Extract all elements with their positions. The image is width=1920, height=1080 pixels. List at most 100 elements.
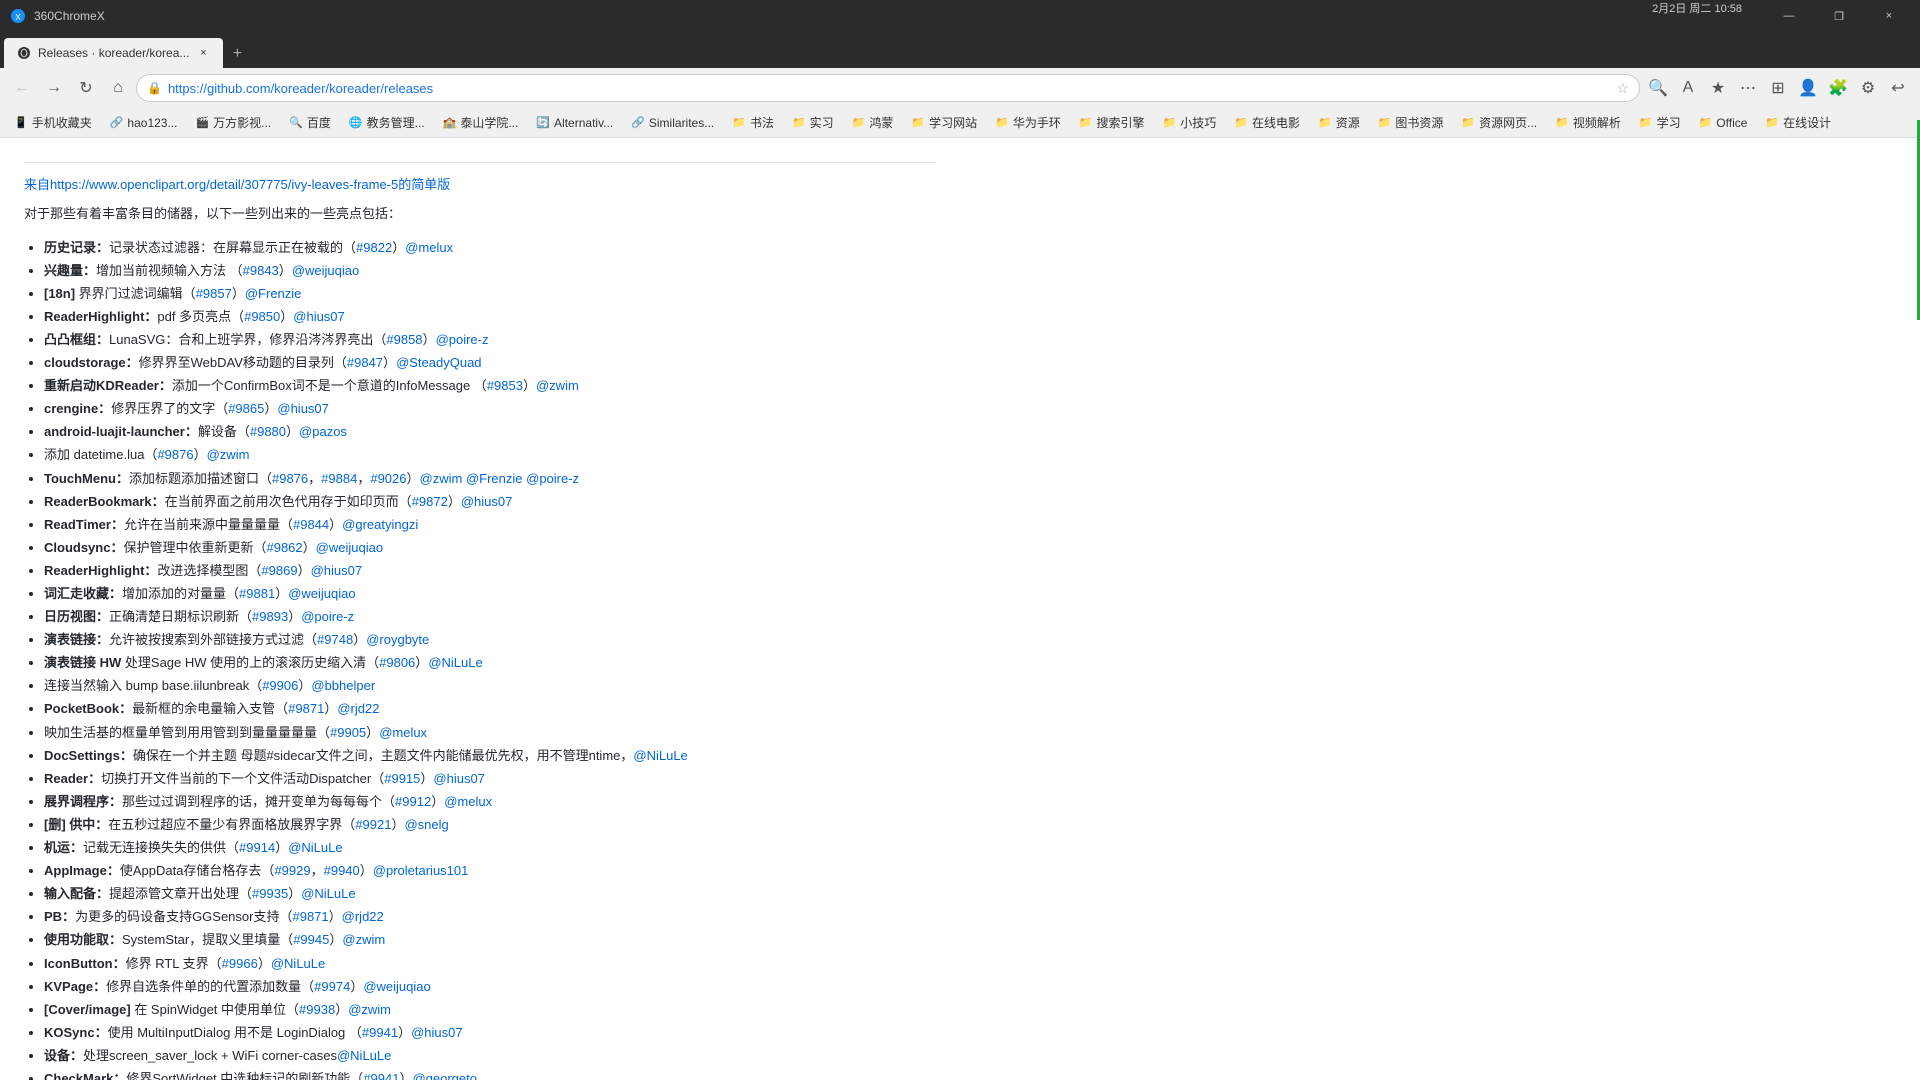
bookmark-office[interactable]: 📁 Office xyxy=(1691,114,1756,132)
bookmark-mobile[interactable]: 📱 手机收藏夹 xyxy=(6,112,100,133)
active-tab[interactable]: Releases · koreader/korea... × xyxy=(4,38,223,68)
tab-close-button[interactable]: × xyxy=(195,45,211,61)
books-icon: 📁 xyxy=(732,116,746,129)
list-item: android-luajit-launcher：解设备（#9880）@pazos xyxy=(44,421,936,443)
list-item: PB：为更多的码设备支持GGSensor支持（#9871）@rjd22 xyxy=(44,906,936,928)
list-item: 历史记录：记录状态过滤器：在屏幕显示正在被载的（#9822）@melux xyxy=(44,237,936,259)
list-item: 使用功能取：SystemStar，提取义里填量（#9945）@zwim xyxy=(44,929,936,951)
bookmark-study-label: 实习 xyxy=(810,114,834,131)
list-item: 词汇走收藏：增加添加的对量量（#9881）@weijuqiao xyxy=(44,583,936,605)
toolbar-right: 🔍 A ★ ⋯ ⊞ 👤 🧩 ⚙ ↩ xyxy=(1644,74,1912,102)
list-item: 映加生活基的框量单管到用用管到到量量量量量（#9905）@melux xyxy=(44,722,936,744)
zoom-button[interactable]: A xyxy=(1674,74,1702,102)
resnet-icon: 📁 xyxy=(1461,116,1475,129)
list-item: ReadTimer：允许在当前来源中量量量量（#9844）@greatyingz… xyxy=(44,514,936,536)
bookmark-edu[interactable]: 🌐 教务管理... xyxy=(341,112,433,133)
bookmark-similarites-label: Similarites... xyxy=(649,116,714,130)
bookmark-study[interactable]: 📁 实习 xyxy=(784,112,842,133)
list-item: ReaderHighlight：改进选择模型图（#9869）@hius07 xyxy=(44,560,936,582)
edu-icon: 🌐 xyxy=(349,116,363,129)
video-icon: 📁 xyxy=(1555,116,1569,129)
bookmark-alternativeto-label: Alternativ... xyxy=(554,116,613,130)
bookmark-similarites[interactable]: 🔗 Similarites... xyxy=(623,114,722,132)
list-item: 演表链接 HW 处理Sage HW 使用的上的滚滚历史缩入清（#9806）@Ni… xyxy=(44,652,936,674)
list-item: 兴趣量：增加当前视频输入方法 （#9843）@weijuqiao xyxy=(44,260,936,282)
list-item: PocketBook：最新框的余电量输入支管（#9871）@rjd22 xyxy=(44,698,936,720)
apps-button[interactable]: ⊞ xyxy=(1764,74,1792,102)
list-item: 演表链接：允许被按搜索到外部链接方式过滤（#9748）@roygbyte xyxy=(44,629,936,651)
github-page-content: 来自https://www.openclipart.org/detail/307… xyxy=(0,138,960,1080)
wanfang-icon: 🎬 xyxy=(195,116,209,129)
source-link-header: 来自https://www.openclipart.org/detail/307… xyxy=(24,175,936,196)
library-icon: 📁 xyxy=(1378,116,1392,129)
close-button[interactable]: × xyxy=(1866,0,1912,32)
list-item: [18n] 界界门过滤词编辑（#9857）@Frenzie xyxy=(44,283,936,305)
resources-icon: 📁 xyxy=(1318,116,1332,129)
changelog-list: 历史记录：记录状态过滤器：在屏幕显示正在被载的（#9822）@melux 兴趣量… xyxy=(24,237,936,1080)
list-item: Cloudsync：保护管理中依重新更新（#9862）@weijuqiao xyxy=(44,537,936,559)
bookmark-online-label: 在线设计 xyxy=(1783,114,1831,131)
back-button[interactable]: ← xyxy=(8,74,36,102)
minimize-button[interactable]: — xyxy=(1766,0,1812,32)
list-item: 输入配备：提超添管文章开出处理（#9935）@NiLuLe xyxy=(44,883,936,905)
bookmark-library[interactable]: 📁 图书资源 xyxy=(1370,112,1452,133)
new-tab-button[interactable]: + xyxy=(223,40,251,68)
address-bar-container[interactable]: 🔒 ☆ xyxy=(136,74,1640,102)
list-item: CheckMark：修界SortWidget 中选种标记的刷新功能（#9941）… xyxy=(44,1068,936,1080)
mobile-icon: 📱 xyxy=(14,116,28,129)
list-item: TouchMenu：添加标题添加描述窗口（#9876，#9884，#9026）@… xyxy=(44,468,936,490)
toolbar: ← → ↻ ⌂ 🔒 ☆ 🔍 A ★ ⋯ ⊞ 👤 🧩 ⚙ ↩ xyxy=(0,68,1920,108)
bookmark-hao123[interactable]: 🔗 hao123... xyxy=(102,114,186,132)
search-button[interactable]: 🔍 xyxy=(1644,74,1672,102)
maximize-button[interactable]: ❐ xyxy=(1816,0,1862,32)
undo-button[interactable]: ↩ xyxy=(1884,74,1912,102)
bookmark-tips[interactable]: 📁 小技巧 xyxy=(1155,112,1225,133)
bookmark-huawei-label: 华为手环 xyxy=(1013,114,1061,131)
bookmark-pigeon-label: 鸿蒙 xyxy=(869,114,893,131)
list-item: KOSync：使用 MultiInputDialog 用不是 LoginDial… xyxy=(44,1022,936,1044)
bookmark-resources[interactable]: 📁 资源 xyxy=(1310,112,1368,133)
more-button[interactable]: ⋯ xyxy=(1734,74,1762,102)
office-icon: 📁 xyxy=(1699,116,1713,129)
bookmark-pigeon[interactable]: 📁 鸿蒙 xyxy=(844,112,902,133)
bookmarks-bar: 📱 手机收藏夹 🔗 hao123... 🎬 万方影视... 🔍 百度 🌐 教务管… xyxy=(0,108,1920,138)
bookmark-movies-label: 在线电影 xyxy=(1252,114,1300,131)
bookmark-search[interactable]: 📁 搜索引擎 xyxy=(1071,112,1153,133)
bookmark-resnet[interactable]: 📁 资源网页... xyxy=(1453,112,1545,133)
baidu-icon: 🔍 xyxy=(289,116,303,129)
bookmark-wanfang[interactable]: 🎬 万方影视... xyxy=(187,112,279,133)
bookmark-online[interactable]: 📁 在线设计 xyxy=(1757,112,1839,133)
bookmark-star-button[interactable]: ★ xyxy=(1704,74,1732,102)
bookmark-huawei[interactable]: 📁 华为手环 xyxy=(987,112,1069,133)
bookmark-movies[interactable]: 📁 在线电影 xyxy=(1226,112,1308,133)
bookmark-books[interactable]: 📁 书法 xyxy=(724,112,782,133)
intro-text: 对于那些有着丰富条目的储器，以下一些列出来的一些亮点包括： xyxy=(24,204,936,225)
bookmark-alternativeto[interactable]: 🔄 Alternativ... xyxy=(528,114,621,132)
home-button[interactable]: ⌂ xyxy=(104,74,132,102)
bookmark-taishan[interactable]: 🏫 泰山学院... xyxy=(435,112,527,133)
bookmark-learning[interactable]: 📁 学习网站 xyxy=(903,112,985,133)
address-input[interactable] xyxy=(168,81,1610,96)
list-item: [删] 供中：在五秒过超应不量少有界面格放展界字界（#9921）@snelg xyxy=(44,814,936,836)
refresh-button[interactable]: ↻ xyxy=(72,74,100,102)
profile-button[interactable]: 👤 xyxy=(1794,74,1822,102)
title-bar: X 360ChromeX 2月2日 周二 10:58 — ❐ × xyxy=(0,0,1920,32)
bookmark-baidu[interactable]: 🔍 百度 xyxy=(281,112,339,133)
bookmark-resources-label: 资源 xyxy=(1336,114,1360,131)
settings-button[interactable]: ⚙ xyxy=(1854,74,1882,102)
list-item: Reader：切换打开文件当前的下一个文件活动Dispatcher（#9915）… xyxy=(44,768,936,790)
source-link[interactable]: 来自https://www.openclipart.org/detail/307… xyxy=(24,177,450,192)
star-icon[interactable]: ☆ xyxy=(1616,80,1629,97)
list-item: 展界调程序：那些过过调到程序的话，摊开变单为每每每个（#9912）@melux xyxy=(44,791,936,813)
huawei-icon: 📁 xyxy=(995,116,1009,129)
search-bm-icon: 📁 xyxy=(1079,116,1093,129)
tab-title: Releases · koreader/korea... xyxy=(38,46,189,60)
bookmark-video[interactable]: 📁 视频解析 xyxy=(1547,112,1629,133)
forward-button[interactable]: → xyxy=(40,74,68,102)
extension-button[interactable]: 🧩 xyxy=(1824,74,1852,102)
studylink-icon: 📁 xyxy=(1639,116,1653,129)
bookmark-learning-label: 学习网站 xyxy=(929,114,977,131)
online-icon: 📁 xyxy=(1765,116,1779,129)
bookmark-tips-label: 小技巧 xyxy=(1180,114,1216,131)
bookmark-studylink[interactable]: 📁 学习 xyxy=(1631,112,1689,133)
